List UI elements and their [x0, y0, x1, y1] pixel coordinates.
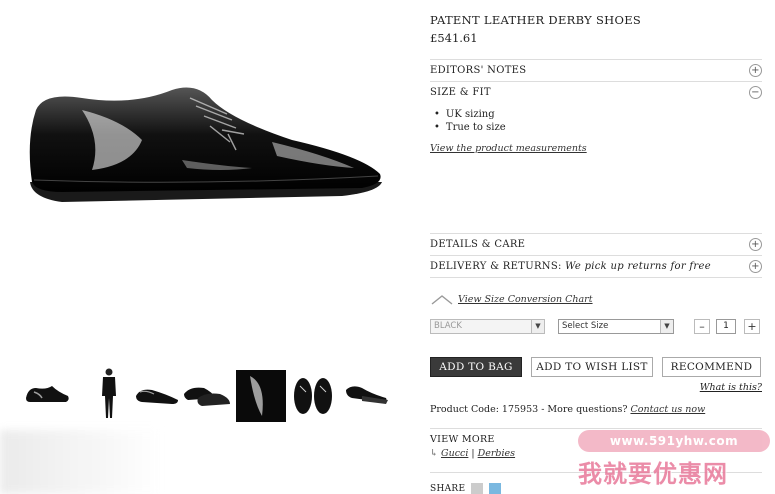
thumbnail-model-view[interactable]: [84, 366, 134, 422]
blurred-region: [0, 430, 160, 494]
minus-circle-icon[interactable]: −: [749, 86, 762, 99]
accordion-label: DELIVERY & RETURNS: We pick up returns f…: [430, 261, 749, 272]
product-image-area: [0, 0, 410, 494]
product-measurements-link[interactable]: View the product measurements: [430, 143, 587, 154]
watermark-url: www.591yhw.com: [578, 430, 770, 452]
return-arrow-icon: ↳: [430, 448, 438, 459]
twitter-icon[interactable]: [489, 483, 502, 494]
plus-circle-icon[interactable]: +: [749, 238, 762, 251]
contact-us-link[interactable]: Contact us now: [630, 404, 705, 415]
accordion-editors-notes[interactable]: EDITORS' NOTES +: [430, 59, 762, 81]
thumbnail-pair-view[interactable]: [182, 366, 232, 422]
accordion-label: DETAILS & CARE: [430, 239, 526, 250]
size-select-value: Select Size: [562, 321, 609, 331]
accordion-details-care[interactable]: DETAILS & CARE +: [430, 233, 762, 255]
plus-circle-icon[interactable]: +: [749, 64, 762, 77]
plus-circle-icon[interactable]: +: [749, 260, 762, 273]
thumbnail-closeup-view[interactable]: [236, 366, 286, 422]
view-more-link-gucci[interactable]: Gucci: [441, 448, 468, 459]
quantity-increase-button[interactable]: +: [744, 319, 760, 334]
product-price: £541.61: [430, 31, 478, 45]
list-item: UK sizing: [434, 109, 506, 122]
accordion-delivery-returns[interactable]: DELIVERY & RETURNS: We pick up returns f…: [430, 255, 762, 278]
size-select[interactable]: Select Size ▼: [558, 319, 674, 334]
what-is-this-link[interactable]: What is this?: [700, 382, 762, 393]
dropdown-arrow-icon: ▼: [660, 320, 673, 333]
product-title: PATENT LEATHER DERBY SHOES: [430, 13, 642, 27]
add-to-wish-list-button[interactable]: ADD TO WISH LIST: [531, 357, 653, 377]
link-separator: |: [471, 448, 475, 459]
share-label: SHARE: [430, 484, 466, 494]
view-more-link-derbies[interactable]: Derbies: [478, 448, 515, 459]
size-fit-list: UK sizing True to size: [434, 109, 506, 135]
watermark-text: 我就要优惠网: [578, 460, 728, 488]
product-code-text: Product Code: 175953 - More questions?: [430, 404, 628, 415]
accordion-label: SIZE & FIT: [430, 87, 491, 98]
product-code: Product Code: 175953 - More questions? C…: [430, 404, 705, 415]
product-detail-panel: PATENT LEATHER DERBY SHOES £541.61 EDITO…: [430, 0, 765, 494]
thumbnail-strip: [22, 366, 402, 422]
main-product-image[interactable]: [22, 70, 392, 220]
delivery-note: We pick up returns for free: [565, 261, 711, 272]
quantity-decrease-button[interactable]: –: [694, 319, 710, 334]
add-to-bag-button[interactable]: ADD TO BAG: [430, 357, 522, 377]
thumbnail-front-view[interactable]: [288, 366, 338, 422]
color-select-value: BLACK: [434, 321, 462, 331]
quantity-input[interactable]: 1: [716, 319, 736, 334]
recommend-button[interactable]: RECOMMEND: [662, 357, 761, 377]
size-conversion: View Size Conversion Chart: [430, 292, 593, 306]
size-conversion-chart-link[interactable]: View Size Conversion Chart: [458, 294, 593, 305]
share-icon[interactable]: [471, 483, 484, 494]
list-item: True to size: [434, 122, 506, 135]
accordion-size-fit[interactable]: SIZE & FIT −: [430, 81, 762, 103]
hanger-icon: [431, 295, 453, 305]
thumbnail-top-view[interactable]: [132, 366, 182, 422]
color-select[interactable]: BLACK ▼: [430, 319, 545, 334]
dropdown-arrow-icon: ▼: [531, 320, 544, 333]
thumbnail-side-view[interactable]: [22, 366, 72, 422]
accordion-label: EDITORS' NOTES: [430, 65, 527, 76]
thumbnail-sole-view[interactable]: [342, 366, 392, 422]
delivery-label: DELIVERY & RETURNS:: [430, 261, 562, 272]
